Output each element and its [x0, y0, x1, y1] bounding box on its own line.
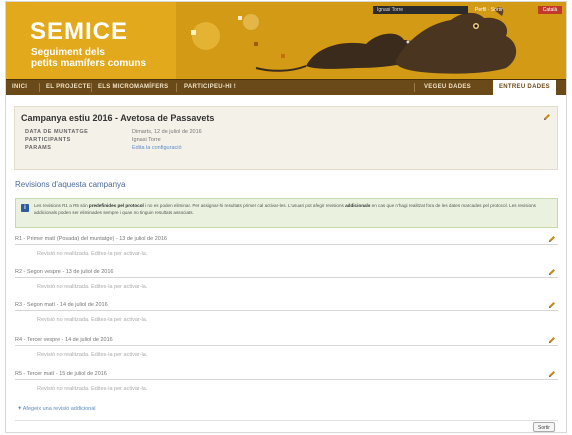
field-label: DATA DE MUNTATGE	[25, 129, 89, 135]
nav-item-inici[interactable]: INICI	[12, 80, 27, 95]
revision-divider	[15, 277, 558, 278]
account-links[interactable]: Perfil · Sortir	[475, 6, 503, 14]
nav-item-vegeu-dades[interactable]: VEGEU DADES	[424, 80, 471, 95]
nav-item-projecte[interactable]: EL PROJECTE	[46, 80, 91, 95]
field-label: PARTICIPANTS	[25, 137, 71, 143]
revision-title: R4 - Tercer vespre - 14 de juliol de 201…	[15, 337, 113, 343]
app-title: SEMICE	[30, 18, 129, 45]
revision-divider	[15, 310, 558, 311]
revision-title: R3 - Segon matí - 14 de juliol de 2016	[15, 302, 108, 308]
field-value: Dimarts, 12 de juliol de 2016	[132, 129, 202, 135]
info-icon: i	[21, 204, 29, 212]
nav-divider	[39, 83, 40, 92]
revision-note: Revisió no realitzada. Edites-la per act…	[37, 251, 148, 257]
info-text-bold: addicionals	[345, 203, 371, 208]
nav-divider	[414, 83, 415, 92]
revision-note: Revisió no realitzada. Edites-la per act…	[37, 386, 148, 392]
footer-divider	[15, 420, 558, 421]
revisions-heading: Revisions d'aquesta campanya	[15, 180, 126, 189]
edit-revision-pencil-icon[interactable]	[548, 370, 556, 378]
campaign-title: Campanya estiu 2016 - Avetosa de Passave…	[21, 113, 215, 123]
page: SEMICE Seguiment dels petits mamífers co…	[5, 1, 567, 433]
revision-title: R5 - Tercer matí - 15 de juliol de 2016	[15, 371, 107, 377]
revision-title: R1 - Primer matí (Posada) del muntatge) …	[15, 236, 167, 242]
nav-item-entreu-dades[interactable]: ENTREU DADES	[493, 80, 556, 95]
info-box: i Les revisions R1 a R5 són predefinides…	[15, 198, 558, 228]
info-text: Les revisions R1 a R5 són predefinides p…	[34, 203, 554, 216]
plus-icon: +	[18, 406, 22, 412]
campaign-box: Campanya estiu 2016 - Avetosa de Passave…	[14, 106, 558, 170]
sortir-button[interactable]: Sortir	[533, 422, 555, 432]
revision-note: Revisió no realitzada. Edites-la per act…	[37, 284, 148, 290]
revision-title: R2 - Segon vespre - 13 de juliol de 2016	[15, 269, 114, 275]
revision-divider	[15, 379, 558, 380]
info-text-part: i no es poden eliminar. Per assignar-hi …	[143, 203, 346, 208]
info-text-part: Les revisions R1 a R5 són	[34, 203, 89, 208]
revision-divider	[15, 345, 558, 346]
field-label: PARAMS	[25, 145, 52, 151]
field-value: Ignasi Torre	[132, 137, 161, 143]
subtitle-line-1: Seguiment dels	[31, 47, 105, 58]
site-header: SEMICE Seguiment dels petits mamífers co…	[6, 2, 566, 79]
info-text-bold: predefinides pel protocol	[88, 203, 144, 208]
add-revision-link[interactable]: + Afegeix una revisió addicional	[18, 406, 96, 412]
user-name[interactable]: Ignasi Torre	[373, 6, 468, 14]
edit-revision-pencil-icon[interactable]	[548, 235, 556, 243]
revision-note: Revisió no realitzada. Edites-la per act…	[37, 317, 148, 323]
subtitle-line-2: petits mamífers comuns	[31, 58, 147, 69]
user-bar: Ignasi Torre Perfil · Sortir Català	[373, 6, 563, 14]
edit-campaign-pencil-icon[interactable]	[543, 113, 551, 121]
revision-note: Revisió no realitzada. Edites-la per act…	[37, 352, 148, 358]
edit-revision-pencil-icon[interactable]	[548, 268, 556, 276]
app-subtitle: Seguiment dels petits mamífers comuns	[31, 47, 146, 69]
language-badge[interactable]: Català	[538, 6, 562, 14]
add-revision-label: Afegeix una revisió addicional	[22, 406, 96, 412]
edit-revision-pencil-icon[interactable]	[548, 301, 556, 309]
edit-revision-pencil-icon[interactable]	[548, 336, 556, 344]
nav-item-micromamifers[interactable]: ELS MICROMAMÍFERS	[98, 80, 168, 95]
revision-divider	[15, 244, 558, 245]
nav-divider	[91, 83, 92, 92]
main-nav: INICI EL PROJECTE ELS MICROMAMÍFERS PART…	[6, 79, 566, 95]
nav-item-participeu[interactable]: PARTICIPEU-HI !	[184, 80, 236, 95]
nav-divider	[176, 83, 177, 92]
edit-config-link[interactable]: Edita la configuració	[132, 145, 292, 151]
